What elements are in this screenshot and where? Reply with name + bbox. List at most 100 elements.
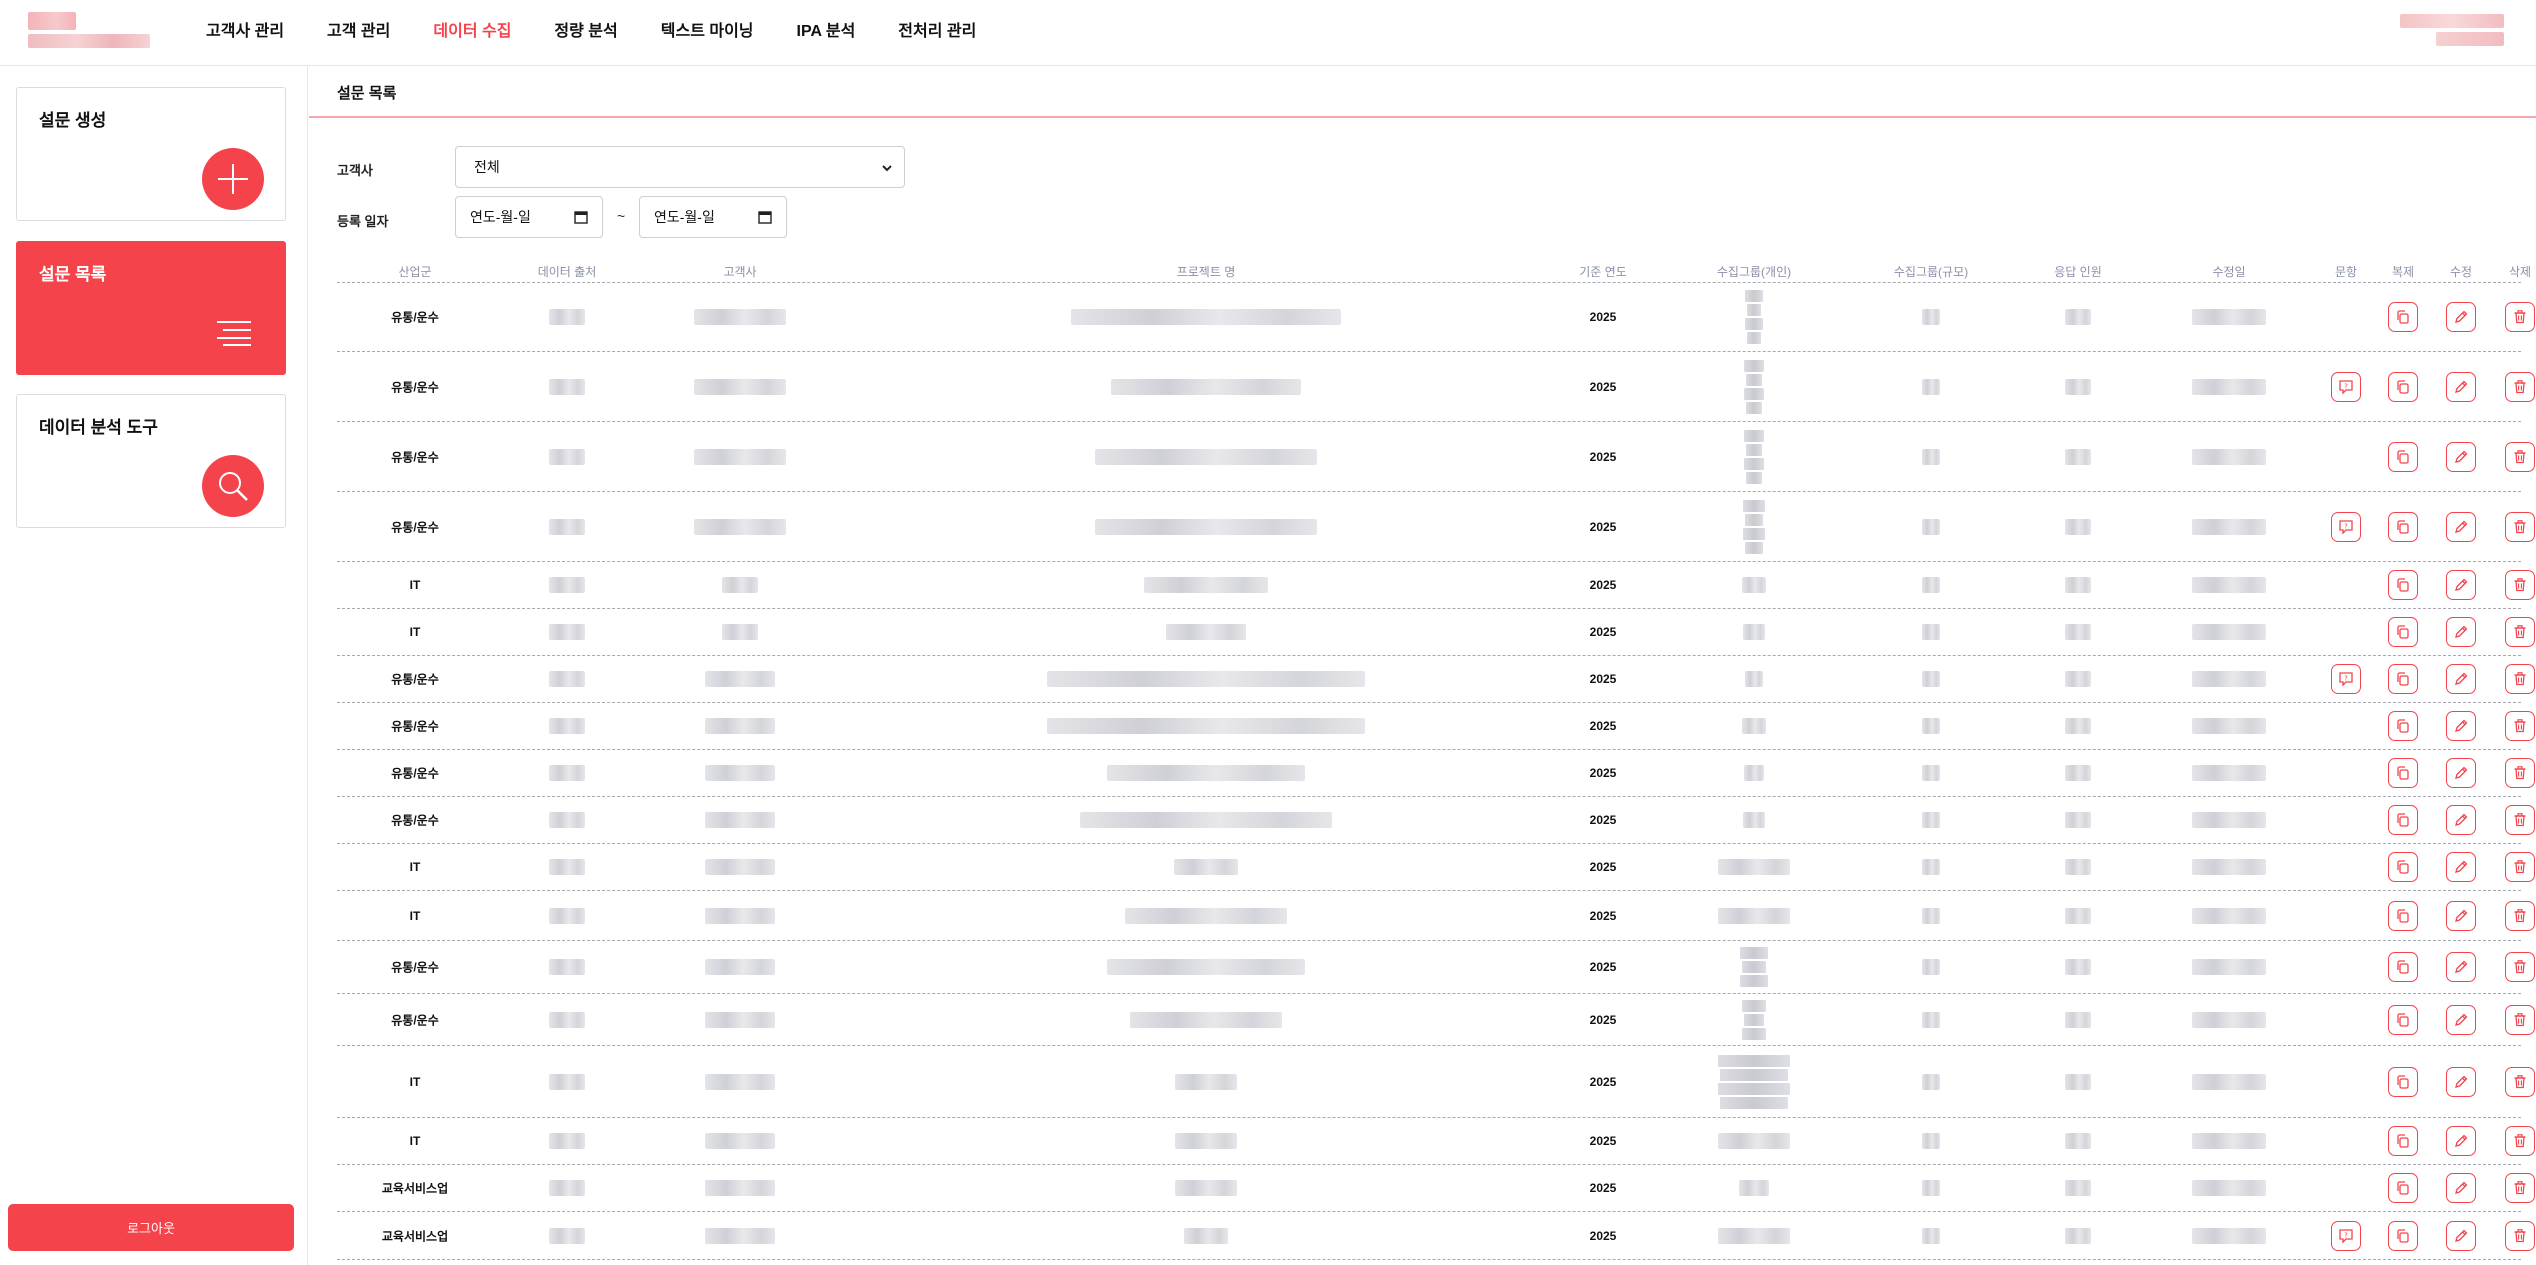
copy-button[interactable] — [2388, 711, 2418, 741]
copy-button[interactable] — [2388, 570, 2418, 600]
sidebar-card-analysis-tools[interactable]: 데이터 분석 도구 — [16, 394, 286, 528]
copy-button[interactable] — [2388, 805, 2418, 835]
edit-button[interactable] — [2446, 511, 2476, 542]
nav-item-7[interactable]: 전처리 관리 — [898, 17, 976, 41]
edit-button[interactable] — [2446, 1066, 2476, 1097]
edit-button[interactable] — [2446, 302, 2476, 332]
delete-button[interactable] — [2505, 664, 2535, 694]
edit-button[interactable] — [2446, 805, 2476, 835]
nav-item-1[interactable]: 고객사 관리 — [206, 17, 284, 41]
cell-modified-redacted — [2192, 624, 2266, 640]
edit-button[interactable] — [2446, 617, 2476, 647]
table-row[interactable]: 유통/운수 2025 — [337, 422, 2535, 492]
edit-button[interactable] — [2446, 570, 2476, 600]
copy-button[interactable] — [2388, 952, 2418, 982]
nav-item-6[interactable]: IPA 분석 — [797, 17, 856, 41]
user-info[interactable] — [2400, 14, 2504, 46]
delete-button[interactable] — [2505, 441, 2535, 472]
date-to-input[interactable]: 연도-월-일 — [639, 196, 787, 238]
copy-button[interactable] — [2388, 617, 2418, 647]
table-row[interactable]: 교육서비스업 2025 — [337, 1165, 2535, 1212]
table-row[interactable]: 유통/운수 2025? — [337, 492, 2535, 562]
delete-button[interactable] — [2505, 852, 2535, 882]
copy-button[interactable] — [2388, 1066, 2418, 1097]
table-row[interactable]: IT 2025 — [337, 844, 2535, 891]
date-from-input[interactable]: 연도-월-일 — [455, 196, 603, 238]
edit-button[interactable] — [2446, 664, 2476, 694]
question-button[interactable]: ? — [2331, 1220, 2361, 1251]
delete-button[interactable] — [2505, 1173, 2535, 1203]
copy-button[interactable] — [2388, 302, 2418, 332]
edit-button[interactable] — [2446, 1173, 2476, 1203]
copy-button[interactable] — [2388, 1173, 2418, 1203]
delete-button[interactable] — [2505, 805, 2535, 835]
edit-button[interactable] — [2446, 952, 2476, 982]
copy-button[interactable] — [2388, 511, 2418, 542]
table-row[interactable]: 유통/운수 2025? — [337, 352, 2535, 422]
copy-button[interactable] — [2388, 758, 2418, 788]
delete-button[interactable] — [2505, 952, 2535, 982]
brand-logo[interactable] — [28, 12, 150, 50]
sidebar-card-survey-list[interactable]: 설문 목록 — [16, 241, 286, 375]
delete-button[interactable] — [2505, 1004, 2535, 1035]
table-row[interactable]: IT 2025 — [337, 1118, 2535, 1165]
table-row[interactable]: 유통/운수 2025? — [337, 656, 2535, 703]
pencil-icon — [2455, 1075, 2468, 1088]
copy-button[interactable] — [2388, 852, 2418, 882]
delete-button[interactable] — [2505, 900, 2535, 931]
edit-button[interactable] — [2446, 900, 2476, 931]
edit-button[interactable] — [2446, 371, 2476, 402]
table-row[interactable]: 유통/운수 2025 — [337, 703, 2535, 750]
edit-button[interactable] — [2446, 441, 2476, 472]
delete-button[interactable] — [2505, 511, 2535, 542]
copy-button[interactable] — [2388, 1220, 2418, 1251]
table-row[interactable]: 유통/운수 2025 — [337, 750, 2535, 797]
delete-button[interactable] — [2505, 1066, 2535, 1097]
table-row[interactable]: 유통/운수 2025 — [337, 797, 2535, 844]
nav-item-2[interactable]: 고객 관리 — [327, 17, 390, 41]
cell-group-scale-redacted — [1922, 309, 1940, 325]
edit-button[interactable] — [2446, 1126, 2476, 1156]
client-select[interactable]: 전체 — [455, 146, 905, 188]
cell-respondents-redacted — [2065, 1227, 2091, 1244]
table-row[interactable]: IT 2025 — [337, 609, 2535, 656]
copy-button[interactable] — [2388, 441, 2418, 472]
calendar-icon[interactable] — [574, 210, 588, 224]
question-button[interactable]: ? — [2331, 664, 2361, 694]
delete-button[interactable] — [2505, 617, 2535, 647]
copy-button[interactable] — [2388, 1004, 2418, 1035]
delete-button[interactable] — [2505, 758, 2535, 788]
table-row[interactable]: IT 2025 — [337, 891, 2535, 941]
message-icon: ? — [2339, 519, 2353, 535]
table-row[interactable]: 교육서비스업 2025? — [337, 1212, 2535, 1260]
sidebar-card-create-survey[interactable]: 설문 생성 — [16, 87, 286, 221]
calendar-icon[interactable] — [758, 210, 772, 224]
nav-item-4[interactable]: 정량 분석 — [554, 17, 617, 41]
table-row[interactable]: 유통/운수 2025 — [337, 941, 2535, 994]
delete-button[interactable] — [2505, 1126, 2535, 1156]
table-row[interactable]: 유통/운수 2025 — [337, 994, 2535, 1046]
table-row[interactable]: IT 2025 — [337, 562, 2535, 609]
question-button[interactable]: ? — [2331, 511, 2361, 542]
edit-button[interactable] — [2446, 711, 2476, 741]
copy-button[interactable] — [2388, 1126, 2418, 1156]
edit-button[interactable] — [2446, 1220, 2476, 1251]
table-row[interactable]: IT 2025 — [337, 1046, 2535, 1118]
delete-button[interactable] — [2505, 570, 2535, 600]
edit-button[interactable] — [2446, 1004, 2476, 1035]
nav-item-5[interactable]: 텍스트 마이닝 — [661, 17, 754, 41]
question-button[interactable]: ? — [2331, 371, 2361, 402]
copy-button[interactable] — [2388, 371, 2418, 402]
nav-item-3[interactable]: 데이터 수집 — [433, 17, 511, 41]
delete-button[interactable] — [2505, 711, 2535, 741]
delete-button[interactable] — [2505, 371, 2535, 402]
cell-industry: 유통/운수 — [391, 310, 439, 325]
logout-button[interactable]: 로그아웃 — [8, 1204, 294, 1251]
table-row[interactable]: 유통/운수 2025 — [337, 283, 2535, 352]
copy-button[interactable] — [2388, 900, 2418, 931]
copy-button[interactable] — [2388, 664, 2418, 694]
edit-button[interactable] — [2446, 758, 2476, 788]
delete-button[interactable] — [2505, 1220, 2535, 1251]
edit-button[interactable] — [2446, 852, 2476, 882]
delete-button[interactable] — [2505, 302, 2535, 332]
